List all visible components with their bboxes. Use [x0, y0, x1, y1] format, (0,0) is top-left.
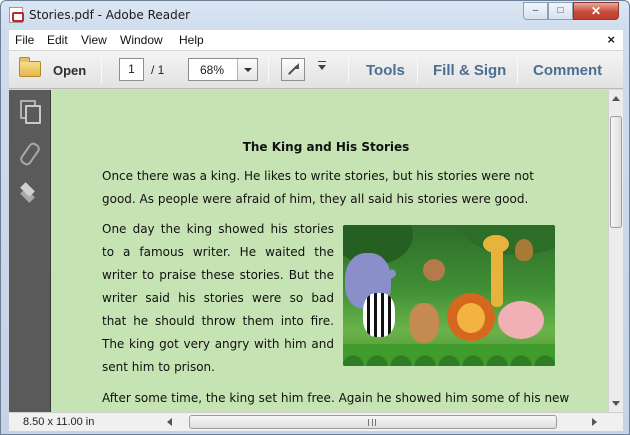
page-total: / 1	[151, 63, 165, 77]
menu-edit[interactable]: Edit	[47, 33, 68, 47]
toolbar-divider	[101, 57, 102, 83]
menu-view[interactable]: View	[81, 33, 107, 47]
attachments-icon[interactable]	[18, 142, 40, 164]
menu-bar: File Edit View Window Help ×	[9, 30, 623, 51]
status-bar: 8.50 x 11.00 in	[9, 412, 623, 431]
maximize-button[interactable]: □	[548, 2, 573, 20]
pig-figure	[498, 301, 544, 339]
fill-sign-button[interactable]: Fill & Sign	[433, 62, 506, 79]
jungle-animals-illustration	[343, 225, 555, 366]
toolbar-divider	[417, 57, 418, 83]
close-document-icon[interactable]: ×	[607, 32, 615, 47]
vertical-scrollbar[interactable]	[608, 90, 623, 412]
zoom-value[interactable]: 68%	[200, 63, 224, 77]
open-button[interactable]: Open	[53, 63, 86, 78]
navigation-pane	[9, 90, 51, 412]
menu-file[interactable]: File	[15, 33, 34, 47]
paragraph: After some time, the king set him free. …	[102, 391, 570, 405]
fullscreen-icon[interactable]	[281, 58, 305, 81]
layers-icon[interactable]	[18, 182, 40, 204]
scroll-right-icon[interactable]	[592, 418, 597, 426]
giraffe-head	[483, 235, 509, 253]
close-window-button[interactable]: ✕	[573, 2, 619, 20]
scroll-up-icon[interactable]	[612, 96, 620, 101]
scroll-left-icon[interactable]	[167, 418, 172, 426]
app-window: Stories.pdf - Adobe Reader – □ ✕ File Ed…	[0, 0, 630, 435]
more-tools-arrow-icon[interactable]	[318, 61, 326, 70]
chevron-down-icon[interactable]	[237, 59, 257, 80]
lion-face	[457, 303, 485, 333]
owl-figure	[515, 239, 533, 261]
paragraph: Once there was a king. He likes to write…	[102, 169, 534, 206]
horizontal-scrollbar[interactable]	[159, 414, 605, 430]
foreground-leaves	[343, 344, 555, 366]
giraffe-figure	[491, 247, 503, 307]
scrollbar-thumb[interactable]	[189, 415, 557, 429]
window-title: Stories.pdf - Adobe Reader	[29, 8, 191, 22]
minimize-button[interactable]: –	[523, 2, 548, 20]
toolbar-divider	[348, 57, 349, 83]
document-title: The King and His Stories	[242, 140, 410, 154]
comment-button[interactable]: Comment	[533, 62, 602, 79]
toolbar-divider	[268, 57, 269, 83]
monkey-figure	[423, 259, 445, 281]
pdf-file-icon	[9, 7, 24, 23]
scroll-down-icon[interactable]	[612, 401, 620, 406]
scrollbar-thumb[interactable]	[610, 116, 622, 228]
grip-icon	[368, 419, 376, 426]
menu-help[interactable]: Help	[179, 33, 204, 47]
paragraph: One day the king showed his stories to a…	[102, 222, 334, 374]
main-toolbar: Open 1 / 1 68% Tools Fill & Sign Comment	[9, 51, 623, 89]
zebra-figure	[363, 293, 395, 337]
tree-foliage	[463, 225, 555, 255]
zoom-select[interactable]: 68%	[188, 58, 258, 81]
tools-button[interactable]: Tools	[366, 62, 405, 79]
deer-figure	[409, 303, 439, 343]
pages-icon[interactable]	[18, 100, 41, 124]
page-number-input[interactable]: 1	[119, 58, 144, 81]
folder-open-icon[interactable]	[19, 57, 41, 77]
title-bar[interactable]: Stories.pdf - Adobe Reader – □ ✕	[1, 1, 629, 29]
menu-window[interactable]: Window	[120, 33, 163, 47]
page-size-label: 8.50 x 11.00 in	[23, 416, 95, 428]
document-view[interactable]: The King and His Stories Once there was …	[52, 90, 608, 412]
toolbar-divider	[517, 57, 518, 83]
